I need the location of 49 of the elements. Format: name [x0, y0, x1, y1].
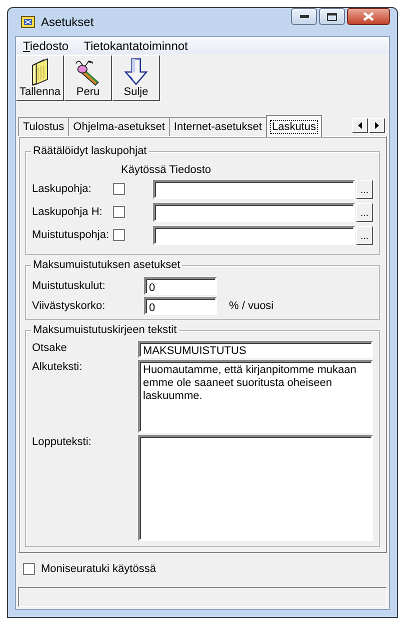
checkbox[interactable]: [113, 229, 125, 241]
field-label: Muistutuspohja:: [32, 229, 110, 241]
file-path-field[interactable]: [153, 226, 355, 244]
field-label: Alkuteksti:: [32, 360, 84, 373]
group-title: Maksumuistutuskirjeen tekstit: [31, 324, 179, 337]
close-icon: [363, 12, 374, 21]
tab[interactable]: Laskutus: [266, 115, 322, 137]
text-field[interactable]: MAKSUMUISTUTUS: [138, 341, 373, 358]
browse-button[interactable]: ...: [356, 202, 373, 222]
maximize-icon: [327, 12, 337, 20]
toolbar-button[interactable]: Peru: [64, 55, 112, 101]
window-title: Asetukset: [41, 15, 95, 29]
tab[interactable]: Tulostus: [18, 117, 70, 136]
menu-item[interactable]: Tietokantatoiminnot: [82, 38, 189, 52]
browse-button[interactable]: ...: [356, 226, 373, 244]
field-label: Otsake: [32, 341, 68, 354]
checkbox-label: Moniseuratuki käytössä: [41, 563, 156, 575]
group-title: Räätälöidyt laskupohjat: [31, 145, 149, 158]
text-area[interactable]: Huomautamme, että kirjanpitomme mukaan emme ole saaneet suoritusta oheiseen laskuumme.: [138, 360, 373, 433]
column-header: Tiedosto: [169, 164, 212, 176]
checkbox[interactable]: [23, 563, 35, 575]
scroll-right-button[interactable]: [369, 118, 385, 133]
down-arrow-icon: [122, 58, 150, 86]
column-header: Käytössä: [121, 164, 166, 176]
field-label: Muistutuskulut:: [32, 280, 106, 292]
file-path-field[interactable]: [153, 202, 355, 222]
number-field[interactable]: 0: [144, 296, 217, 314]
file-path-field[interactable]: [153, 180, 355, 198]
field-label: Viivästyskorko:: [32, 300, 106, 312]
minimize-icon: [300, 15, 308, 18]
unit-label: % / vuosi: [229, 300, 274, 312]
right-arrow-icon: [375, 122, 379, 129]
text-area[interactable]: [138, 435, 373, 541]
close-button[interactable]: [347, 8, 390, 25]
field-label: Lopputeksti:: [32, 435, 92, 448]
toolbar-button[interactable]: Tallenna: [16, 55, 64, 101]
checkbox[interactable]: [113, 183, 125, 195]
menu-item[interactable]: Tiedosto: [22, 38, 70, 52]
minimize-button[interactable]: [291, 8, 317, 25]
toolbar-button[interactable]: Sulje: [112, 55, 160, 101]
maximize-button[interactable]: [319, 8, 345, 25]
checkbox[interactable]: [113, 206, 125, 218]
scroll-left-button[interactable]: [352, 118, 368, 133]
left-arrow-icon: [358, 122, 362, 129]
browse-button[interactable]: ...: [356, 180, 373, 198]
field-label: Laskupohja H:: [32, 206, 104, 218]
number-field[interactable]: 0: [144, 276, 217, 294]
app-icon: [21, 16, 35, 28]
field-label: Laskupohja:: [32, 183, 92, 195]
